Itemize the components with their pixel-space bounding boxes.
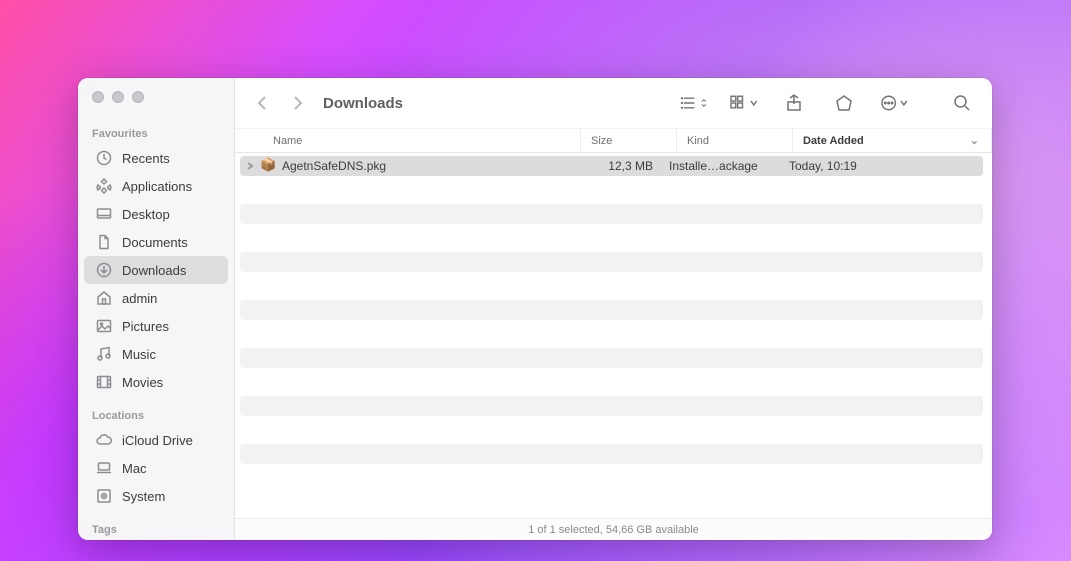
file-list[interactable]: 📦 AgetnSafeDNS.pkg 12,3 MBInstalle…ackageT… (235, 153, 992, 518)
sort-indicator: ⌄ (970, 134, 979, 147)
status-bar: 1 of 1 selected, 54,66 GB available (235, 518, 992, 540)
tags-icon[interactable] (830, 89, 858, 117)
window-controls[interactable] (78, 91, 234, 126)
sidebar-item-admin[interactable]: admin (84, 284, 228, 312)
table-row[interactable] (240, 348, 983, 368)
minimize-button[interactable] (112, 91, 124, 103)
sidebar-section-label: Locations (78, 408, 234, 426)
sidebar-item-system[interactable]: System (84, 482, 228, 510)
back-button[interactable] (251, 91, 275, 115)
sidebar-item-label: Documents (122, 235, 188, 250)
clock-icon (96, 150, 112, 166)
apps-icon (96, 178, 112, 194)
sidebar-item-movies[interactable]: Movies (84, 368, 228, 396)
col-name[interactable]: Name (235, 129, 581, 152)
sidebar-item-label: System (122, 489, 165, 504)
disk-icon (96, 488, 112, 504)
table-row[interactable] (240, 276, 983, 296)
group-by-icon[interactable] (730, 89, 758, 117)
picture-icon (96, 318, 112, 334)
finder-window: Favourites Recents Applications Desktop Docu… (78, 78, 992, 540)
laptop-icon (96, 460, 112, 476)
document-icon (96, 234, 112, 250)
table-row[interactable] (240, 204, 983, 224)
file-name: AgetnSafeDNS.pkg (282, 159, 386, 173)
table-row[interactable]: 📦 AgetnSafeDNS.pkg 12,3 MBInstalle…ackageT… (240, 156, 983, 176)
table-row[interactable] (240, 444, 983, 464)
table-row[interactable] (240, 300, 983, 320)
col-date-added[interactable]: Date Added ⌄ (793, 129, 992, 152)
col-kind[interactable]: Kind (677, 129, 793, 152)
table-row[interactable] (240, 396, 983, 416)
cloud-icon (96, 432, 112, 448)
sidebar-section-label: Tags (78, 522, 234, 540)
search-icon[interactable] (948, 89, 976, 117)
col-size[interactable]: Size (581, 129, 677, 152)
sidebar-item-pictures[interactable]: Pictures (84, 312, 228, 340)
forward-button[interactable] (285, 91, 309, 115)
disclosure-arrow[interactable] (246, 159, 260, 173)
package-icon: 📦 (260, 158, 276, 174)
sidebar-item-label: Recents (122, 151, 170, 166)
sidebar-item-label: iCloud Drive (122, 433, 193, 448)
sidebar-item-label: Music (122, 347, 156, 362)
column-header[interactable]: Name Size Kind Date Added ⌄ (235, 129, 992, 153)
sidebar-item-label: Applications (122, 179, 192, 194)
table-row[interactable] (240, 372, 983, 392)
home-icon (96, 290, 112, 306)
sidebar-item-label: Movies (122, 375, 163, 390)
music-icon (96, 346, 112, 362)
zoom-button[interactable] (132, 91, 144, 103)
actions-icon[interactable] (880, 89, 908, 117)
file-kind: Installe…ackage (663, 159, 779, 173)
sidebar-item-documents[interactable]: Documents (84, 228, 228, 256)
close-button[interactable] (92, 91, 104, 103)
sidebar-item-label: Desktop (122, 207, 170, 222)
sidebar-item-label: Pictures (122, 319, 169, 334)
sidebar-item-applications[interactable]: Applications (84, 172, 228, 200)
page-title: Downloads (323, 95, 403, 112)
sidebar-item-desktop[interactable]: Desktop (84, 200, 228, 228)
download-icon (96, 262, 112, 278)
view-list-icon[interactable] (680, 89, 708, 117)
sidebar-item-mac[interactable]: Mac (84, 454, 228, 482)
sidebar-item-icloud-drive[interactable]: iCloud Drive (84, 426, 228, 454)
table-row[interactable] (240, 180, 983, 200)
sidebar-item-label: Mac (122, 461, 147, 476)
table-row[interactable] (240, 324, 983, 344)
file-date: Today, 10:19 (779, 159, 983, 173)
table-row[interactable] (240, 252, 983, 272)
sidebar-item-recents[interactable]: Recents (84, 144, 228, 172)
file-size: 12,3 MB (567, 159, 663, 173)
movie-icon (96, 374, 112, 390)
sidebar-item-label: admin (122, 291, 157, 306)
main-pane: Downloads (235, 78, 992, 540)
share-icon[interactable] (780, 89, 808, 117)
sidebar: Favourites Recents Applications Desktop Docu… (78, 78, 235, 540)
sidebar-item-label: Downloads (122, 263, 186, 278)
sidebar-item-music[interactable]: Music (84, 340, 228, 368)
table-row[interactable] (240, 228, 983, 248)
sidebar-section-label: Favourites (78, 126, 234, 144)
toolbar: Downloads (235, 78, 992, 129)
table-row[interactable] (240, 420, 983, 440)
sidebar-item-downloads[interactable]: Downloads (84, 256, 228, 284)
desktop-icon (96, 206, 112, 222)
